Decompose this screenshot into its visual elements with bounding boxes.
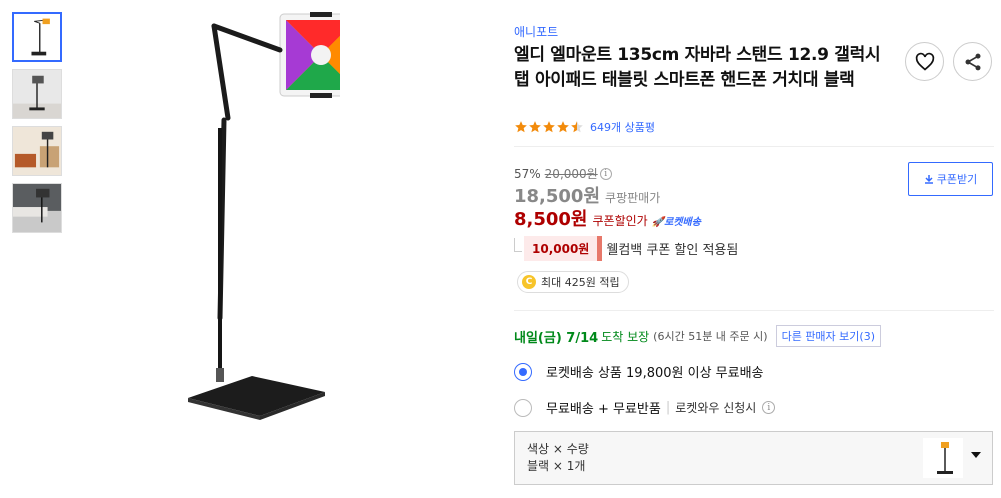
star-icon [557,121,569,133]
divider [514,310,994,311]
discount-row: 57% 20,000원 i [514,165,612,182]
points-badge: C 최대 425원 적립 [517,271,629,293]
star-icon [529,121,541,133]
favorite-button[interactable] [905,42,944,81]
star-icon [571,121,583,133]
points-text: 최대 425원 적립 [541,276,620,289]
rocket-delivery-option-label: 로켓배송 상품 19,800원 이상 무료배송 [546,366,764,381]
chevron-down-icon[interactable] [971,452,981,458]
coin-icon: C [522,275,536,289]
welcome-coupon-row: 10,000원 웰컴백 쿠폰 할인 적용됨 [514,236,738,261]
coupon-price: 8,500원 [514,209,588,230]
thumbnail-1[interactable] [12,12,62,62]
arrival-guarantee: 도착 보장 [601,329,650,344]
info-icon[interactable]: i [762,401,776,414]
divider [514,146,994,147]
arrival-date: 내일(금) 7/14 [514,330,599,346]
rocket-delivery-badge: 🚀로켓배송 [651,217,701,228]
delivery-row: 내일(금) 7/14 도착 보장 (6시간 51분 내 주문 시) 다른 판매자… [514,325,881,347]
order-deadline: (6시간 51분 내 주문 시) [653,330,768,343]
thumbnail-list [12,12,64,240]
radio-button[interactable] [514,398,532,417]
free-shipping-option[interactable]: 무료배송 + 무료반품 | 로켓와우 신청시 i [514,398,776,417]
review-count-link[interactable]: 649개 상품평 [590,119,655,135]
other-sellers-button[interactable]: 다른 판매자 보기(3) [775,325,881,347]
star-icon [515,121,527,133]
share-icon [965,53,980,70]
rocket-wow-text: 로켓와우 신청시 [675,401,757,415]
coupon-price-row: 8,500원 쿠폰할인가 🚀로켓배송 [514,205,701,231]
thumbnail-4[interactable] [12,183,62,233]
coupon-price-label: 쿠폰할인가 [592,214,648,228]
rating-row: 649개 상품평 [514,119,655,135]
separator: | [665,400,671,415]
welcome-coupon-amount: 10,000원 [524,236,603,261]
tablet-illustration [279,12,361,98]
star-rating [514,120,584,134]
star-icon [543,121,555,133]
product-title: 엘디 엘마운트 135cm 자바라 스탠드 12.9 갤럭시탭 아이패드 태블릿… [514,45,881,90]
coupon-download-button[interactable]: 쿠폰받기 [908,162,993,196]
download-icon [924,175,933,184]
thumbnail-3[interactable] [12,126,62,176]
product-info-panel: 애니포트 엘디 엘마운트 135cm 자바라 스탠드 12.9 갤럭시탭 아이패… [514,0,1001,498]
rocket-delivery-option[interactable]: 로켓배송 상품 19,800원 이상 무료배송 [514,362,764,381]
coupon-download-label: 쿠폰받기 [936,173,978,186]
option-thumbnail [923,438,963,478]
option-selector-value: 블랙 × 1개 [527,459,586,473]
heart-icon [915,52,934,71]
original-price: 20,000원 [544,167,598,181]
welcome-coupon-text: 웰컴백 쿠폰 할인 적용됨 [606,243,739,258]
radio-button[interactable] [514,362,532,381]
info-icon[interactable]: i [599,167,612,180]
option-selector[interactable]: 색상 × 수량 블랙 × 1개 [514,431,993,485]
brand-link[interactable]: 애니포트 [514,23,558,40]
free-shipping-option-label: 무료배송 + 무료반품 [546,402,661,417]
main-product-image [180,8,361,428]
elbow-connector [514,237,522,252]
thumbnail-2[interactable] [12,69,62,119]
share-button[interactable] [953,42,992,81]
option-selector-text: 색상 × 수량 블랙 × 1개 [527,441,589,475]
discount-rate: 57% [514,166,541,181]
coupang-price-label: 쿠팡판매가 [605,191,661,205]
option-selector-header: 색상 × 수량 [527,442,589,456]
